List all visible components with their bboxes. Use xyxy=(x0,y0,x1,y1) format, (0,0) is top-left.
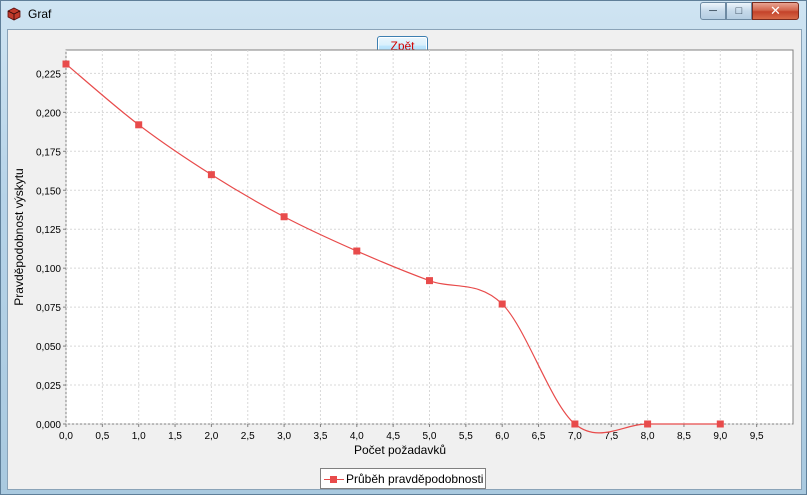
data-point xyxy=(280,213,288,221)
maximize-icon: □ xyxy=(735,5,743,17)
title-bar[interactable]: Graf ─ □ ✕ xyxy=(1,1,806,28)
x-tick-label: 6,0 xyxy=(495,431,509,442)
chart-panel: Zpět 0,000 0,025 0,050 0,075 0,100 0,125 0,150… xyxy=(7,29,802,490)
data-point xyxy=(498,300,506,308)
y-axis-ticks: 0,000 0,025 0,050 0,075 0,100 0,125 0,150 0,175… xyxy=(36,69,66,431)
y-tick-label: 0,075 xyxy=(36,303,61,314)
minimize-icon: ─ xyxy=(709,5,717,17)
x-tick-label: 4,0 xyxy=(350,431,364,442)
data-point xyxy=(644,420,652,428)
y-tick-label: 0,000 xyxy=(36,420,61,431)
y-tick-label: 0,225 xyxy=(36,69,61,80)
data-point xyxy=(426,277,433,285)
graph-window: Graf ─ □ ✕ Zpět 0,000 0,025 0,050 0,075 0,10… xyxy=(0,0,807,495)
data-point xyxy=(353,247,361,255)
close-button[interactable]: ✕ xyxy=(752,2,799,20)
y-tick-label: 0,100 xyxy=(36,264,61,275)
x-tick-label: 9,5 xyxy=(750,431,764,442)
y-tick-label: 0,050 xyxy=(36,342,61,353)
x-tick-label: 9,0 xyxy=(713,431,727,442)
x-tick-label: 7,0 xyxy=(568,431,582,442)
y-tick-label: 0,175 xyxy=(36,147,61,158)
maximize-button[interactable]: □ xyxy=(726,2,752,20)
x-tick-label: 3,5 xyxy=(313,431,327,442)
y-axis-label: Pravděpodobnost výskytu xyxy=(12,168,26,305)
x-tick-label: 4,5 xyxy=(386,431,400,442)
x-tick-label: 8,0 xyxy=(641,431,655,442)
data-point xyxy=(571,420,579,428)
y-tick-label: 0,025 xyxy=(36,381,61,392)
x-axis-label: Počet požadavků xyxy=(354,443,446,457)
data-point xyxy=(207,171,215,179)
x-tick-label: 0,0 xyxy=(59,431,73,442)
data-point xyxy=(135,121,143,129)
x-tick-label: 0,5 xyxy=(95,431,109,442)
legend: Průběh pravděpodobnosti xyxy=(320,468,486,489)
legend-label: Průběh pravděpodobnosti xyxy=(346,471,484,486)
x-tick-label: 2,5 xyxy=(241,431,255,442)
minimize-button[interactable]: ─ xyxy=(700,2,726,20)
window-title: Graf xyxy=(28,7,52,21)
y-tick-label: 0,150 xyxy=(36,186,61,197)
y-tick-label: 0,200 xyxy=(36,108,61,119)
chart: 0,000 0,025 0,050 0,075 0,100 0,125 0,150 0,175… xyxy=(12,49,794,457)
data-point xyxy=(62,60,70,68)
x-tick-label: 5,0 xyxy=(423,431,437,442)
close-icon: ✕ xyxy=(770,3,781,18)
x-tick-label: 8,5 xyxy=(677,431,691,442)
legend-marker-icon xyxy=(324,473,344,485)
x-tick-label: 5,5 xyxy=(459,431,473,442)
x-tick-label: 1,0 xyxy=(132,431,146,442)
y-tick-label: 0,125 xyxy=(36,225,61,236)
x-tick-label: 6,5 xyxy=(532,431,546,442)
x-tick-label: 3,0 xyxy=(277,431,291,442)
x-tick-label: 2,0 xyxy=(204,431,218,442)
app-icon xyxy=(7,7,21,21)
x-axis-ticks: 0,0 0,5 1,0 1,5 2,0 2,5 3,0 3,5 4,0 4,5 5,0 5,5 6,0 6… xyxy=(59,424,764,442)
data-point xyxy=(716,420,724,428)
x-tick-label: 1,5 xyxy=(168,431,182,442)
